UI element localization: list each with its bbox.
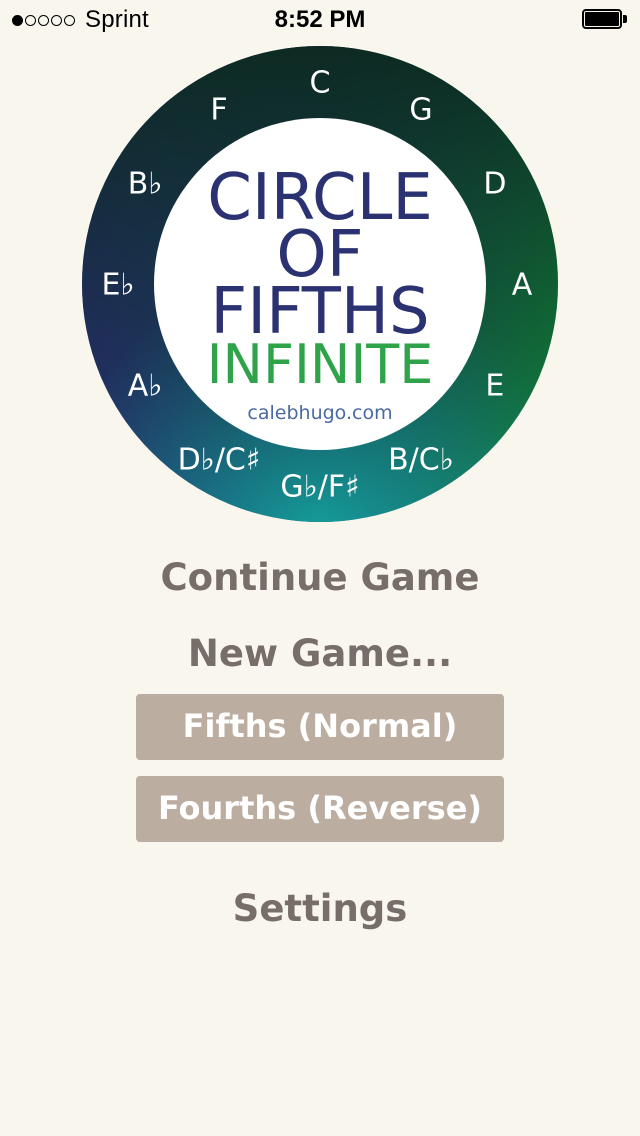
battery-full-icon [582, 9, 628, 31]
fifths-normal-button[interactable]: Fifths (Normal) [136, 694, 504, 760]
note-label: G♭/F♯ [280, 470, 359, 505]
note-label: A♭ [128, 369, 163, 404]
note-label: B♭ [128, 167, 163, 202]
note-label: D♭/C♯ [178, 442, 261, 477]
note-label: E [485, 369, 504, 404]
settings-button[interactable]: Settings [0, 887, 640, 930]
note-label: A [512, 268, 533, 303]
note-label: B/C♭ [388, 442, 454, 477]
logo-subtitle: INFINITE [207, 333, 434, 396]
note-label: E♭ [101, 268, 134, 303]
note-label: F [210, 93, 227, 128]
note-label: G [409, 93, 432, 128]
status-time: 8:52 PM [274, 6, 366, 33]
new-game-label: New Game... [187, 632, 453, 675]
note-label: D [483, 167, 506, 202]
logo-graphic: CGDAEB/C♭G♭/F♯D♭/C♯A♭E♭B♭F CIRCLE OF FIF… [82, 46, 558, 522]
logo-website: calebhugo.com [247, 402, 392, 424]
circle-of-fifths-logo: C G D A E B/C♭ G♭/F♯ D♭/C♯ A♭ E♭ B♭ F CIRCLE OF FIF… [80, 44, 560, 524]
status-bar: Sprint 8:52 PM [0, 0, 640, 40]
fourths-reverse-button[interactable]: Fourths (Reverse) [136, 776, 504, 842]
continue-game-button[interactable]: Continue Game [0, 556, 640, 599]
note-label: C [310, 66, 331, 101]
